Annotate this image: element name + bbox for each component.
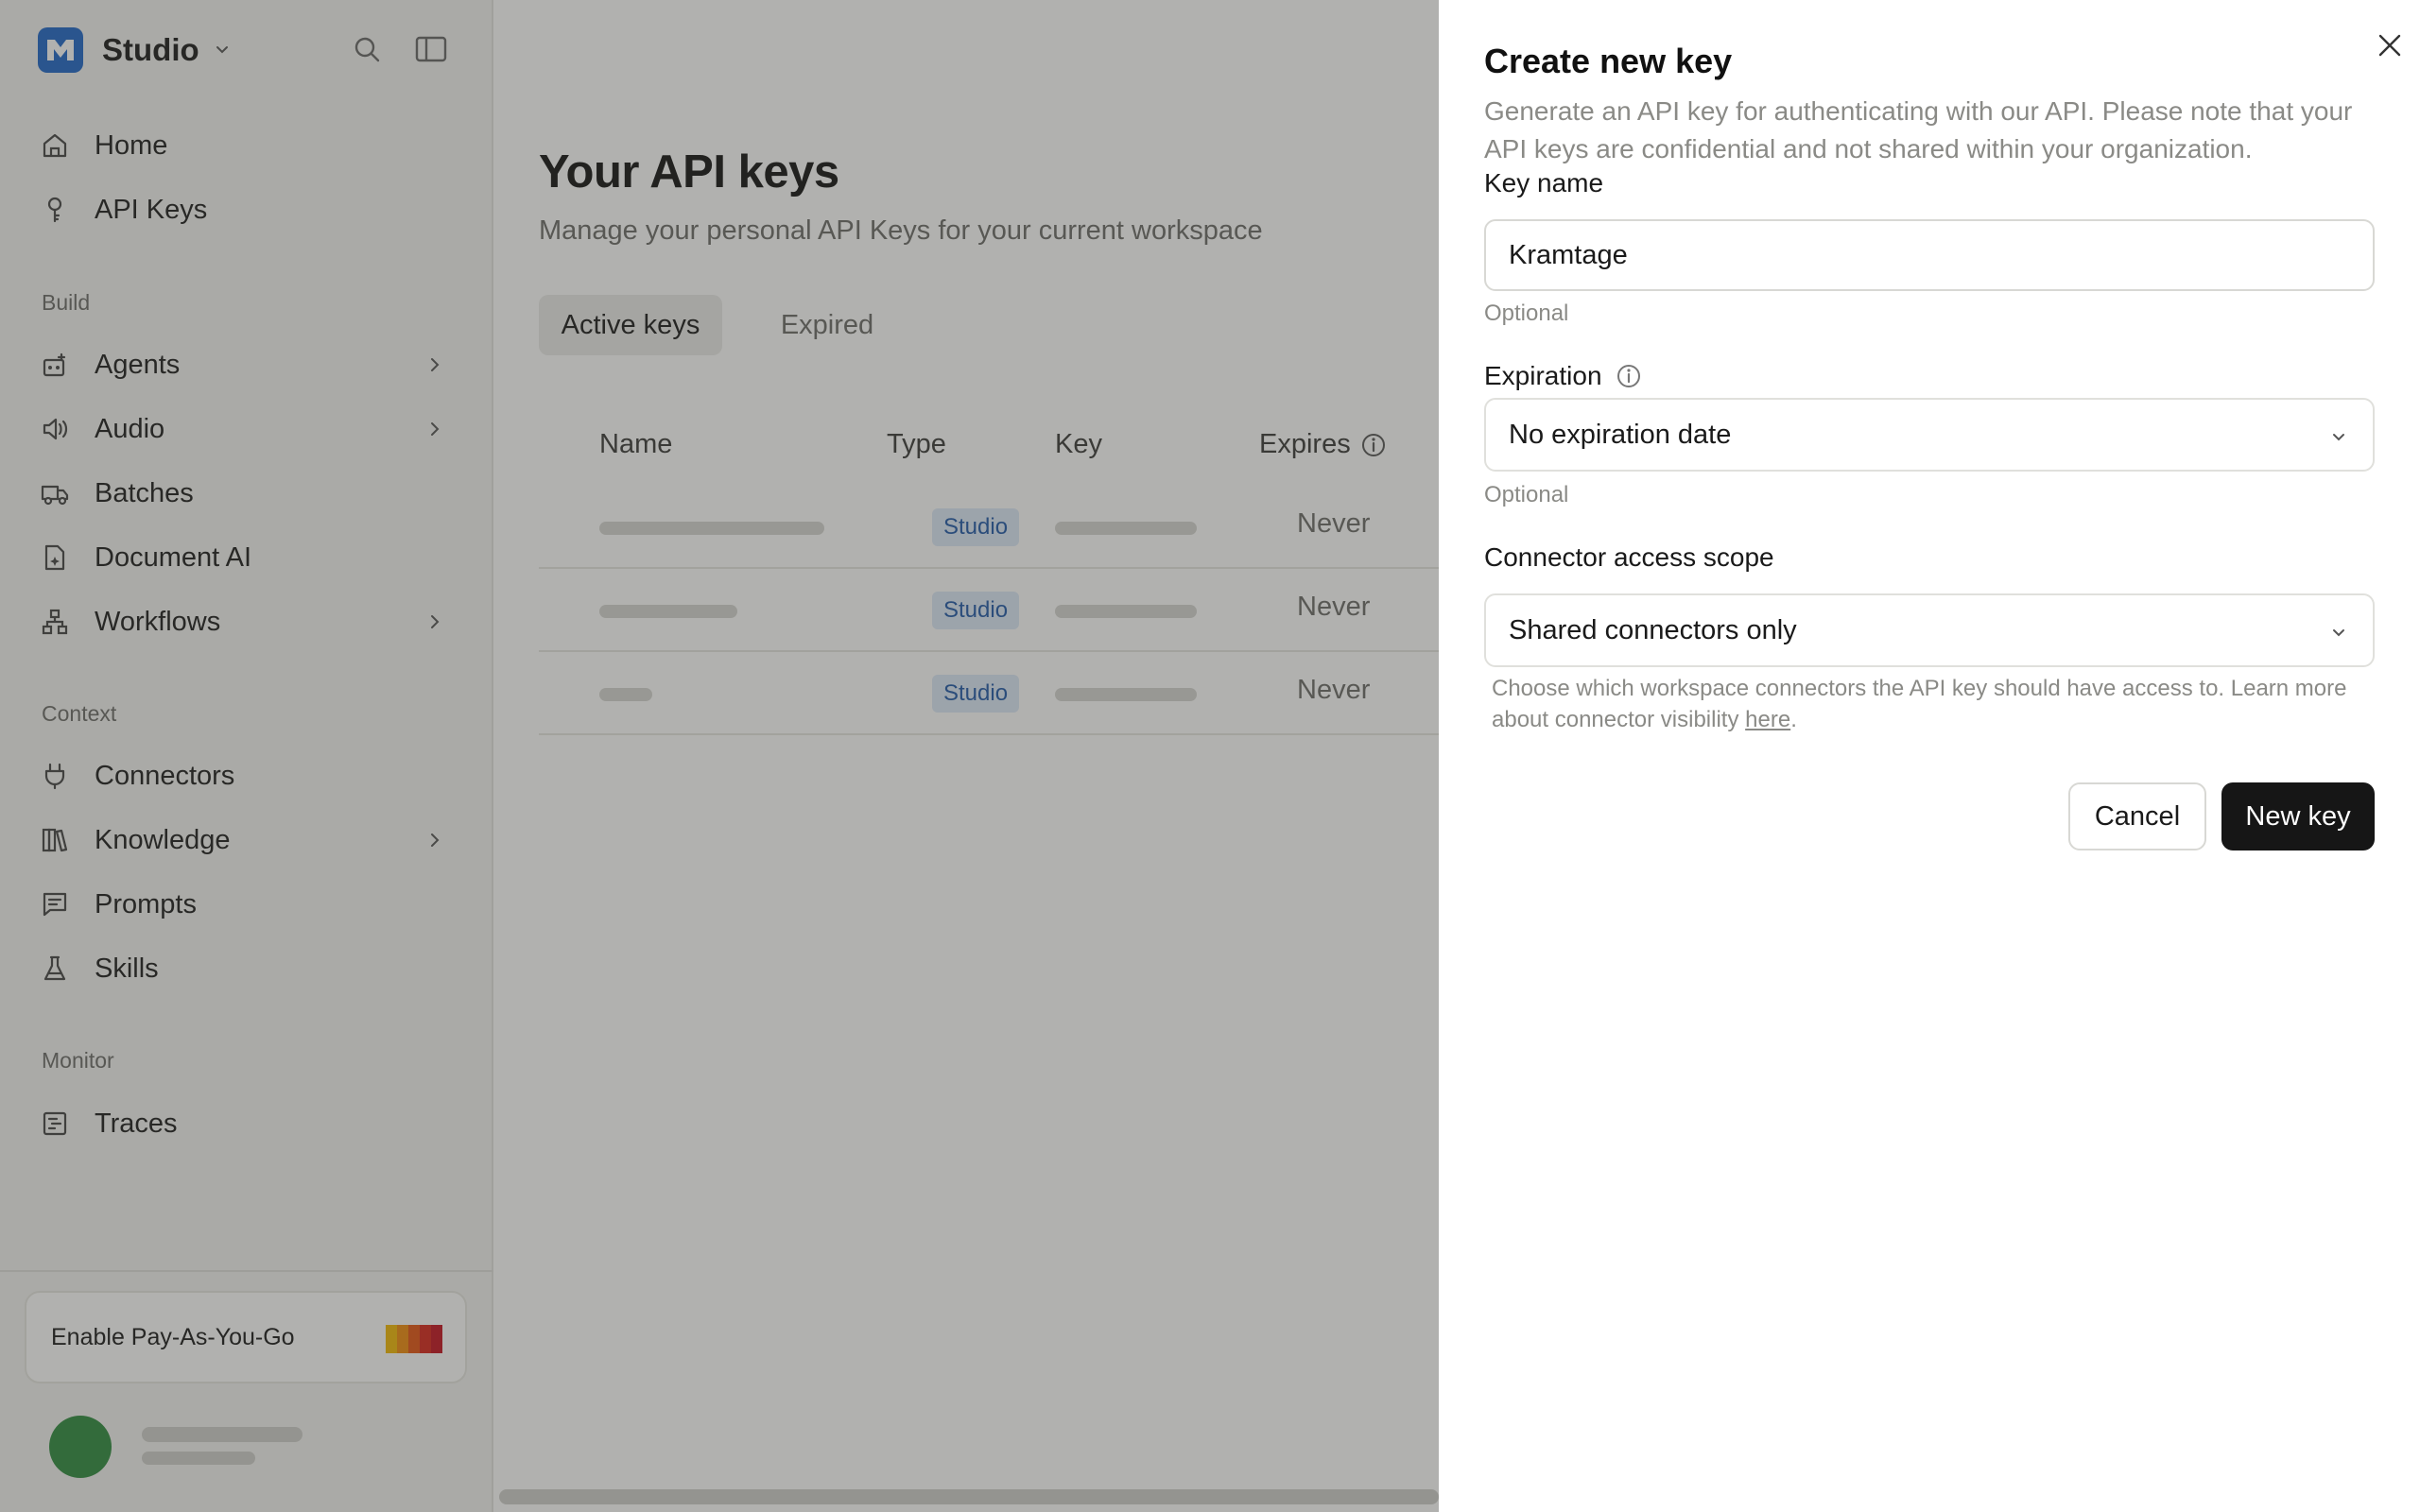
key-name-hint: Optional — [1484, 301, 1569, 326]
connector-scope-help: Choose which workspace connectors the AP… — [1492, 673, 2380, 735]
connector-scope-selected-value: Shared connectors only — [1509, 614, 1797, 645]
connector-scope-help-end: . — [1790, 707, 1797, 732]
close-icon[interactable] — [2371, 26, 2409, 64]
create-key-drawer: Create new key Generate an API key for a… — [1439, 0, 2420, 1512]
connector-visibility-link[interactable]: here — [1745, 707, 1790, 732]
connector-scope-label: Connector access scope — [1484, 542, 1774, 572]
cancel-button[interactable]: Cancel — [2068, 782, 2206, 850]
connector-scope-select[interactable]: Shared connectors only — [1484, 593, 2375, 667]
key-name-label: Key name — [1484, 168, 1604, 198]
expiration-hint: Optional — [1484, 482, 1569, 507]
modal-backdrop[interactable] — [0, 0, 1439, 1512]
drawer-description: Generate an API key for authenticating w… — [1484, 96, 2353, 163]
info-icon[interactable] — [1616, 363, 1642, 389]
expiration-select[interactable]: No expiration date — [1484, 398, 2375, 472]
connector-scope-help-text: Choose which workspace connectors the AP… — [1492, 676, 2347, 732]
chevron-down-icon — [2333, 629, 2344, 637]
expiration-selected-value: No expiration date — [1509, 419, 1732, 450]
expiration-label-text: Expiration — [1484, 361, 1602, 390]
expiration-label: Expiration — [1484, 361, 1642, 391]
key-name-input[interactable] — [1484, 219, 2375, 291]
drawer-title: Create new key — [1484, 42, 1733, 80]
new-key-button[interactable]: New key — [2221, 782, 2375, 850]
chevron-down-icon — [2333, 434, 2344, 441]
